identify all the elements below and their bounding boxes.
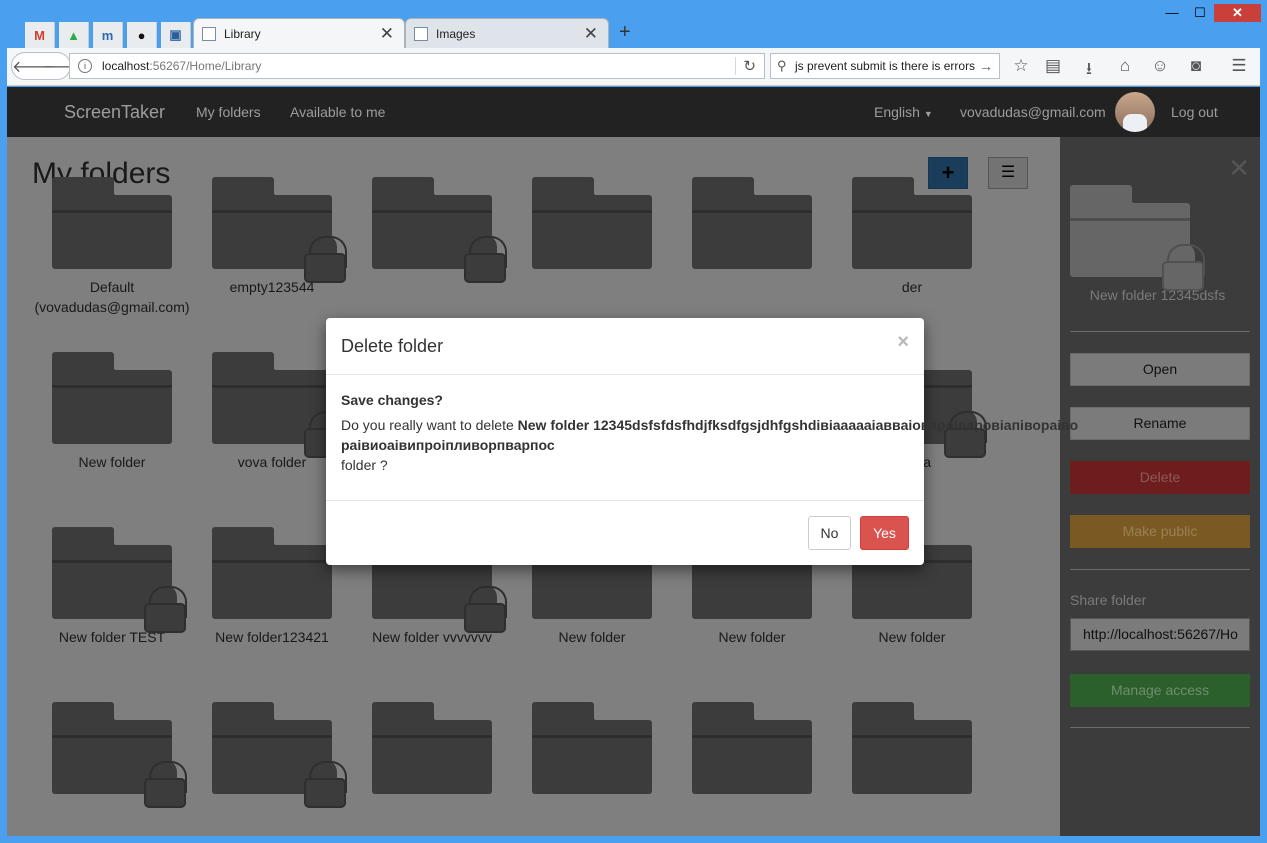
divider [1070,727,1250,728]
gmail-icon[interactable]: M [25,22,55,48]
modal-title: Delete folder [341,336,444,356]
close-tab-icon[interactable]: ✕ [380,24,394,44]
nav-my-folders[interactable]: My folders [196,104,261,120]
close-panel-icon[interactable]: ✕ [1228,153,1250,184]
modal-message: Do you really want to delete New folder … [341,415,1081,455]
tab-label: Library [224,26,261,41]
modal-close-icon[interactable]: × [897,331,909,354]
forward-icon[interactable]: 🡒 [42,56,85,77]
search-value: js prevent submit is there is errors [795,59,976,73]
logout-link[interactable]: Log out [1171,104,1218,120]
rename-button[interactable]: Rename [1070,407,1250,440]
no-button[interactable]: No [808,516,851,550]
page-icon [202,26,216,41]
message-suffix: folder ? [341,457,388,473]
bookmark-star-icon[interactable]: ☆ [1010,56,1032,76]
reading-list-icon[interactable]: ▤ [1042,56,1064,76]
download-icon[interactable]: ⭳ [1078,56,1100,85]
github-icon[interactable]: ● [127,22,157,48]
nav-available-to-me[interactable]: Available to me [290,104,385,120]
page-icon [414,26,428,41]
address-bar[interactable]: i localhost:56267/Home/Library ↻ [69,53,765,79]
separator [735,57,736,75]
user-email[interactable]: vovadudas@gmail.com [960,104,1106,120]
share-link-field[interactable]: http://localhost:56267/Ho [1070,618,1250,651]
message-prefix: Do you really want to delete [341,417,518,433]
new-tab-button[interactable]: + [619,21,631,44]
tab-label: Images [436,26,476,41]
browser-toolbar: 🡐 🡒 i localhost:56267/Home/Library ↻ ⚲ j… [7,48,1260,86]
tab-strip: M ▲ m ● ▣ Library ✕ Images ✕ + [7,18,1260,48]
site-navbar: ScreenTaker My folders Available to me E… [7,87,1260,137]
search-input[interactable]: ⚲ js prevent submit is there is errors → [770,53,1000,79]
open-button[interactable]: Open [1070,353,1250,386]
delete-folder-modal: Delete folder × Save changes? Do you rea… [326,318,1078,565]
yes-button[interactable]: Yes [860,516,909,550]
tab-images[interactable]: Images ✕ [405,18,609,48]
divider [1070,331,1250,332]
share-folder-label: Share folder [1070,592,1147,608]
delete-button[interactable]: Delete [1070,461,1250,494]
tab-library[interactable]: Library ✕ [193,18,405,48]
hello-icon[interactable]: ☺ [1149,56,1171,76]
avatar[interactable] [1115,92,1155,132]
selected-folder-icon [1070,185,1205,289]
site-info-icon[interactable]: i [78,59,92,73]
divider [1070,569,1250,570]
modal-footer: No Yes [326,500,924,565]
home-icon[interactable]: ⌂ [1114,56,1136,76]
go-arrow-icon[interactable]: → [979,58,993,74]
language-dropdown[interactable]: English ▼ [874,104,933,120]
language-label: English [874,104,920,120]
folder-details-panel: ✕ New folder 12345dsfs Open Rename Delet… [1060,137,1260,836]
caret-down-icon: ▼ [923,109,933,119]
modal-header: Delete folder × [326,318,924,375]
close-tab-icon[interactable]: ✕ [584,24,598,44]
url-path: :56267/Home/Library [149,59,262,73]
selected-folder-name: New folder 12345dsfs [1089,287,1226,303]
modal-body: Save changes? Do you really want to dele… [341,390,1081,475]
back-icon[interactable]: 🡐 [12,56,55,77]
web-page: ScreenTaker My folders Available to me E… [7,87,1260,836]
chat-icon[interactable]: ▣ [161,22,191,48]
menu-icon[interactable]: ☰ [1228,56,1250,76]
manage-access-button[interactable]: Manage access [1070,674,1250,707]
make-public-button[interactable]: Make public [1070,515,1250,548]
search-icon: ⚲ [777,58,787,73]
m-app-icon[interactable]: m [93,22,123,48]
drive-icon[interactable]: ▲ [59,22,89,48]
url-host: localhost [102,59,150,73]
reload-icon[interactable]: ↻ [743,57,756,75]
browser-window: — ☐ ✕ M ▲ m ● ▣ Library ✕ Images ✕ + 🡐 🡒… [0,0,1267,843]
modal-question: Save changes? [341,392,443,408]
pocket-icon[interactable]: ◙ [1185,56,1207,76]
brand-link[interactable]: ScreenTaker [64,102,165,123]
back-forward-group: 🡐 🡒 [11,52,85,80]
